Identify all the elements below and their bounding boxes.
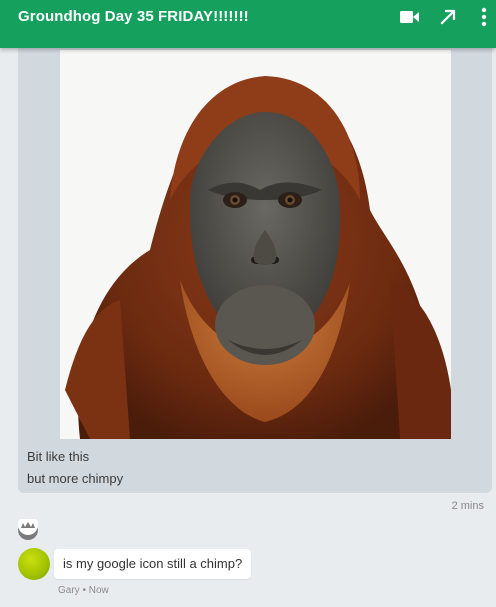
caption-line-1: Bit like this xyxy=(27,449,90,464)
read-receipt-icon xyxy=(18,515,38,540)
message-timestamp: 2 mins xyxy=(451,500,484,512)
orangutan-photo[interactable] xyxy=(60,50,451,439)
shared-photo-message: Bit like this but more chimpy xyxy=(18,48,492,493)
conversation-header: Groundhog Day 35 FRIDAY!!!!!!! xyxy=(0,0,496,48)
pop-out-icon xyxy=(440,9,456,25)
message-time: Now xyxy=(88,585,109,596)
message-meta: Gary • Now xyxy=(58,585,109,596)
more-options-icon xyxy=(481,7,487,27)
sender-avatar[interactable] xyxy=(18,548,50,580)
pop-out-button[interactable] xyxy=(436,5,460,29)
read-receipt-avatar xyxy=(17,515,39,541)
sender-name: Gary xyxy=(58,585,80,596)
message-bubble: is my google icon still a chimp? xyxy=(54,549,252,579)
orangutan-image xyxy=(60,50,451,439)
video-call-icon xyxy=(400,11,419,23)
more-options-button[interactable] xyxy=(476,5,492,29)
video-call-button[interactable] xyxy=(398,5,422,29)
caption-line-2: but more chimpy xyxy=(27,471,124,486)
conversation-title: Groundhog Day 35 FRIDAY!!!!!!! xyxy=(18,8,249,25)
